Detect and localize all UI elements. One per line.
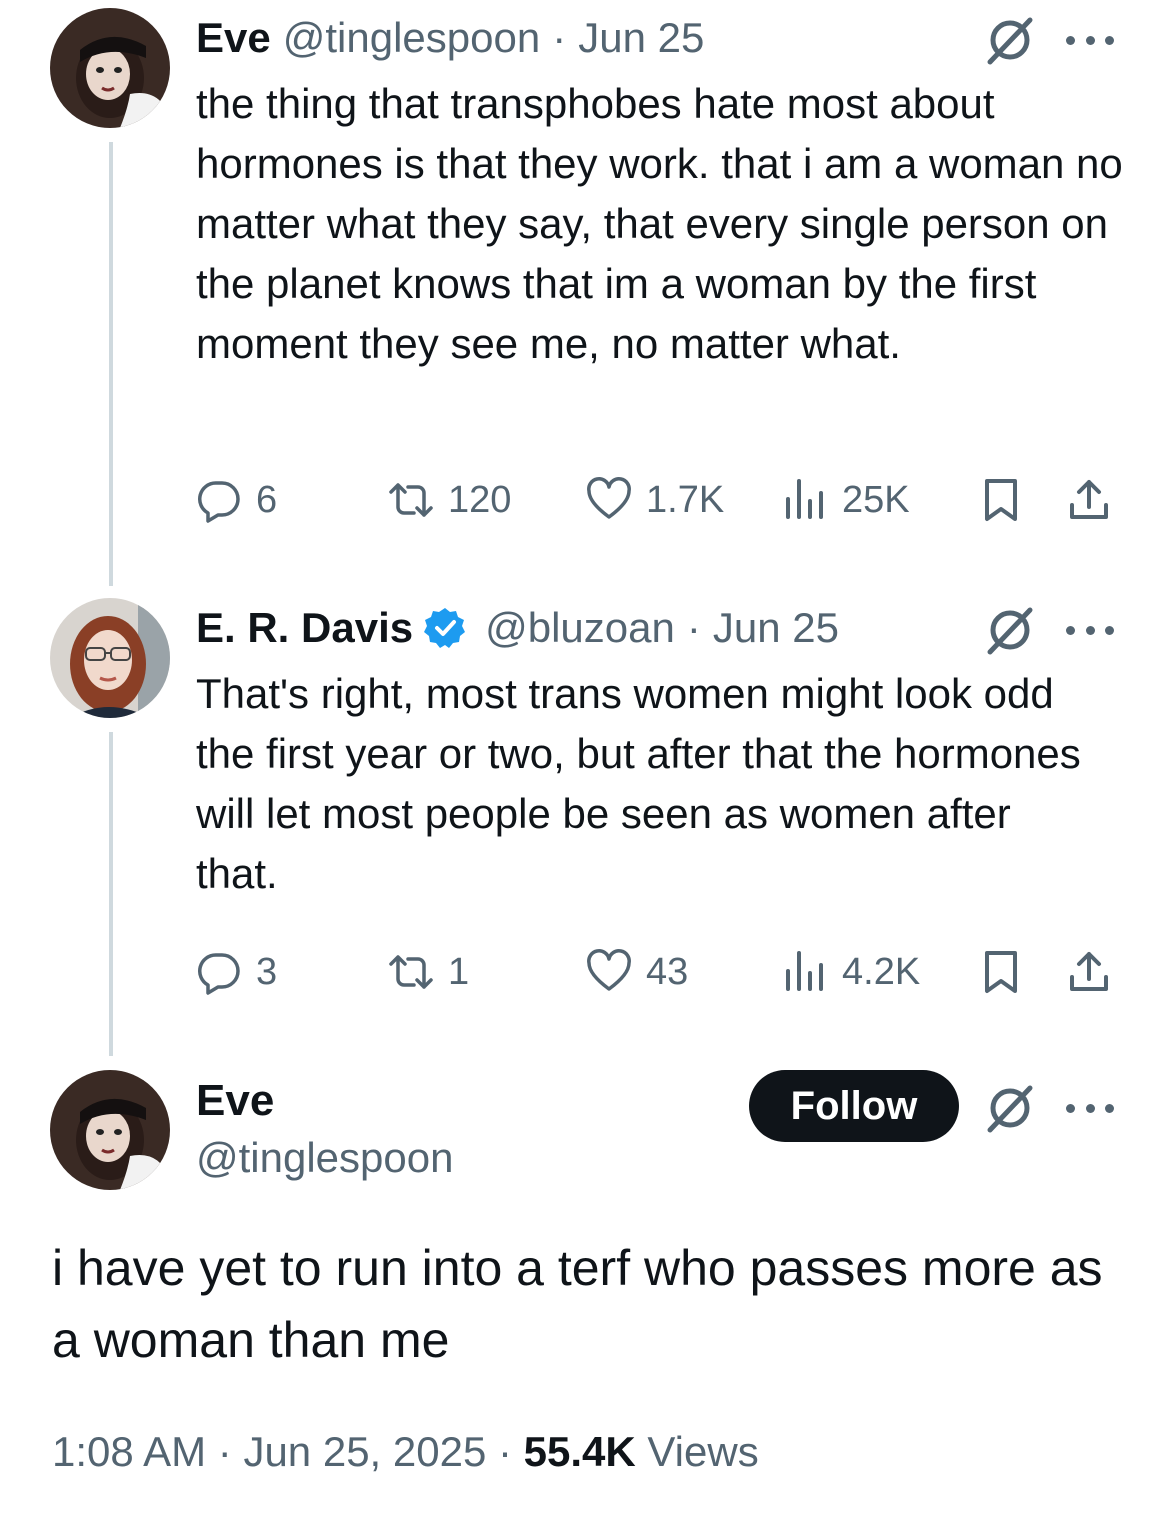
- retweet-button[interactable]: 1: [388, 942, 469, 1002]
- views-count: 25K: [842, 478, 910, 521]
- like-icon: [587, 949, 631, 991]
- display-name[interactable]: Eve: [196, 14, 271, 62]
- share-button[interactable]: [1066, 470, 1112, 530]
- tweet-actions: 6 120 1.7K 25K: [196, 470, 1116, 530]
- like-button[interactable]: 1.7K: [586, 470, 724, 530]
- display-name[interactable]: Eve: [196, 1076, 274, 1126]
- reply-count: 6: [256, 478, 278, 521]
- views-count[interactable]: 55.4K: [524, 1428, 636, 1475]
- tweet-date[interactable]: Jun 25: [578, 14, 704, 62]
- like-count: 1.7K: [646, 478, 725, 521]
- views-label: Views: [647, 1428, 759, 1475]
- grok-icon[interactable]: [984, 14, 1036, 66]
- separator: ·: [686, 604, 701, 651]
- user-handle[interactable]: @bluzoan: [485, 604, 675, 652]
- tweet-actions: 3 1 43 4.2K: [196, 942, 1116, 1002]
- separator: ·: [552, 14, 567, 61]
- thread-line: [109, 142, 113, 586]
- avatar[interactable]: [50, 8, 170, 128]
- share-icon: [1070, 952, 1108, 991]
- display-name[interactable]: E. R. Davis: [196, 604, 413, 652]
- views-button[interactable]: 25K: [782, 470, 910, 530]
- separator: ·: [498, 1428, 512, 1475]
- tweet-text: That's right, most trans women might loo…: [196, 670, 1081, 897]
- more-icon[interactable]: [1066, 620, 1114, 640]
- separator: ·: [217, 1428, 232, 1475]
- retweet-count: 1: [448, 950, 470, 993]
- tweet-header: E. R. Davis @bluzoan · Jun 25: [196, 603, 839, 653]
- tweet-text: the thing that transphobes hate most abo…: [196, 80, 1123, 367]
- retweet-button[interactable]: 120: [388, 470, 511, 530]
- views-icon: [786, 951, 823, 991]
- like-button[interactable]: 43: [586, 942, 688, 1002]
- views-button[interactable]: 4.2K: [782, 942, 920, 1002]
- tweet-date[interactable]: Jun 25: [713, 604, 839, 652]
- bookmark-button[interactable]: [978, 942, 1024, 1002]
- like-count: 43: [646, 950, 689, 993]
- views-icon: [786, 479, 823, 519]
- tweet-date[interactable]: Jun 25, 2025: [243, 1428, 486, 1475]
- reply-icon: [198, 481, 240, 523]
- tweet-text: i have yet to run into a terf who passes…: [52, 1240, 1103, 1368]
- avatar[interactable]: [50, 598, 170, 718]
- share-icon: [1070, 480, 1108, 519]
- tweet-header: Eve @tinglespoon · Jun 25: [196, 13, 704, 63]
- retweet-icon: [389, 955, 433, 989]
- verified-badge-icon: [424, 608, 466, 648]
- bookmark-button[interactable]: [978, 470, 1024, 530]
- grok-icon[interactable]: [984, 1082, 1036, 1134]
- bookmark-icon: [985, 951, 1017, 993]
- user-handle[interactable]: @tinglespoon: [196, 1134, 453, 1182]
- tweet-time[interactable]: 1:08 AM: [52, 1428, 206, 1475]
- retweet-count: 120: [448, 478, 512, 521]
- reply-icon: [198, 953, 240, 995]
- retweet-icon: [389, 483, 433, 517]
- tweet-meta: 1:08 AM · Jun 25, 2025 · 55.4K Views: [52, 1428, 759, 1476]
- thread-line: [109, 732, 113, 1056]
- like-icon: [587, 477, 631, 519]
- avatar[interactable]: [50, 1070, 170, 1190]
- reply-count: 3: [256, 950, 278, 993]
- user-handle[interactable]: @tinglespoon: [283, 14, 540, 62]
- reply-button[interactable]: 3: [196, 942, 277, 1002]
- bookmark-icon: [985, 479, 1017, 521]
- reply-button[interactable]: 6: [196, 470, 277, 530]
- more-icon[interactable]: [1066, 30, 1114, 50]
- more-icon[interactable]: [1066, 1098, 1114, 1118]
- grok-icon[interactable]: [984, 604, 1036, 656]
- follow-button[interactable]: Follow: [749, 1070, 959, 1142]
- views-count: 4.2K: [842, 950, 921, 993]
- share-button[interactable]: [1066, 942, 1112, 1002]
